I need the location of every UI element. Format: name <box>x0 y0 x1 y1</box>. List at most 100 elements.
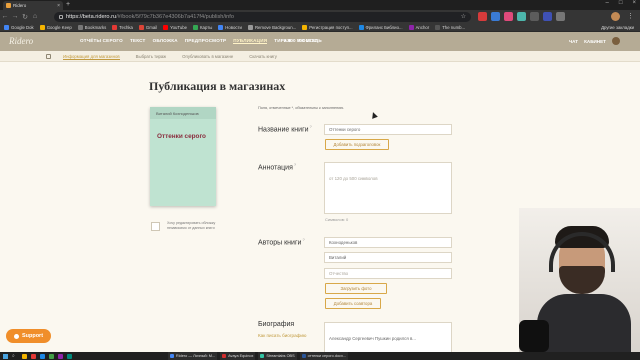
extension-pink-icon[interactable] <box>504 12 513 21</box>
back-icon[interactable]: ← <box>0 10 10 23</box>
biography-label: Биография <box>258 321 295 328</box>
bookmark-item[interactable]: Bookmarks <box>77 24 106 30</box>
add-coauthor-button[interactable]: Добавить соавтора <box>325 298 381 309</box>
bookmark-item[interactable]: Anchor <box>408 24 430 30</box>
bookmark-icon <box>302 24 308 30</box>
bookmark-item[interactable]: Google Keep <box>39 24 72 30</box>
close-window-icon[interactable]: × <box>632 0 636 6</box>
file-explorer-icon[interactable] <box>22 353 27 359</box>
author-surname-input[interactable]: Кохноденьков <box>324 237 452 248</box>
book-icon <box>46 54 51 59</box>
subnav-choose-print-run[interactable]: Выбрать тираж <box>136 54 167 60</box>
bookmark-icon <box>163 24 169 30</box>
subnav-store-info[interactable]: Информация для магазинов <box>63 54 120 60</box>
pinned-app-icon[interactable] <box>40 353 45 359</box>
help-icon[interactable]: ? <box>310 124 312 129</box>
close-tab-icon[interactable]: × <box>57 3 60 9</box>
add-subtitle-button[interactable]: Добавить подзаголовок <box>325 139 389 150</box>
subnav-publish-in-store[interactable]: Опубликовать в магазине <box>182 54 233 60</box>
how-to-write-biography-link[interactable]: Как писать биографию <box>258 333 306 338</box>
search-icon[interactable]: ⌕ <box>12 353 15 359</box>
chat-link[interactable]: ЧАТ <box>569 39 578 44</box>
bookmark-label: The numb... <box>442 24 466 30</box>
bookmark-item[interactable]: Gmail <box>138 24 157 30</box>
annotation-placeholder: от 120 до 500 символов <box>329 176 378 181</box>
author-name-input[interactable]: Виталий <box>324 252 452 263</box>
nav-item-preview[interactable]: ПРЕДПРОСМОТР <box>185 38 227 44</box>
annotation-textarea[interactable]: от 120 до 500 символов <box>324 162 452 214</box>
bookmark-label: Новости <box>225 24 242 30</box>
book-title-label: Название книги? <box>258 124 312 133</box>
forward-icon[interactable]: → <box>10 10 20 23</box>
pinned-app-icon[interactable] <box>31 353 36 359</box>
avaya-icon <box>222 354 227 358</box>
extension-icons <box>478 12 565 21</box>
site-logo[interactable]: Ridero <box>9 36 33 46</box>
window-controls: – □ × <box>606 0 636 6</box>
extension-blue-icon[interactable] <box>491 12 500 21</box>
extension-teal-icon[interactable] <box>517 12 526 21</box>
author-patronymic-input[interactable]: Отчество <box>324 268 452 279</box>
bookmark-item[interactable]: Remove Backgroun... <box>247 24 296 30</box>
bookmark-item[interactable]: Новости <box>218 24 242 30</box>
bookmark-item[interactable]: Techka <box>112 24 133 30</box>
taskbar-app-word[interactable]: оттенки серого.docx... <box>299 352 349 360</box>
profile-avatar[interactable] <box>611 12 620 21</box>
cover-title: Оттенки серого <box>157 133 206 140</box>
lock-icon <box>59 14 63 19</box>
extension-gray-icon[interactable] <box>530 12 539 21</box>
user-avatar[interactable] <box>612 37 620 45</box>
support-phone: 8 800 500 13 87 <box>284 38 318 43</box>
reload-icon[interactable]: ↻ <box>20 10 30 23</box>
chrome-icon <box>170 354 174 358</box>
subnav-download-book[interactable]: Скачать книгу <box>249 54 277 60</box>
bookmark-icon <box>218 24 224 30</box>
bookmark-item[interactable]: Регистрация поступ... <box>302 24 353 30</box>
webcam-overlay <box>519 208 640 352</box>
taskbar-app-label: Streamlabs OBS <box>266 354 295 358</box>
site-header: Ridero ОТЧЁТЫ СЕРОГО ТЕКСТ ОБЛОЖКА ПРЕДП… <box>0 32 640 51</box>
nav-item-text[interactable]: ТЕКСТ <box>130 38 146 44</box>
extensions-puzzle-icon[interactable] <box>556 12 565 21</box>
extension-indigo-icon[interactable] <box>543 12 552 21</box>
biography-textarea[interactable]: Александр Сергеевич Пушкин родился в... <box>324 322 452 352</box>
upload-photo-button[interactable]: Загрузить фото <box>325 283 387 294</box>
authors-label: Авторы книги? <box>258 237 305 246</box>
windows-start-icon[interactable] <box>3 353 8 359</box>
other-bookmarks[interactable]: Другие закладки <box>601 25 634 30</box>
address-bar[interactable]: https://beta.ridero.ru/#/book/5f79c7b367… <box>54 11 471 22</box>
mouse-cursor-icon <box>370 111 378 119</box>
maximize-icon[interactable]: □ <box>619 0 623 6</box>
pinned-app-icon[interactable] <box>67 353 72 359</box>
pinned-app-icon[interactable] <box>58 353 63 359</box>
nav-item-publication[interactable]: ПУБЛИКАЦИЯ <box>233 38 268 44</box>
minimize-icon[interactable]: – <box>606 0 609 6</box>
support-button[interactable]: Support <box>6 329 51 343</box>
bookmark-item[interactable]: The numb... <box>435 24 466 30</box>
browser-tab[interactable]: Ridero × <box>3 1 63 10</box>
help-icon[interactable]: ? <box>294 162 296 167</box>
bookmark-item[interactable]: Google Dok <box>4 24 34 30</box>
taskbar-app-chrome[interactable]: Ridero — Личный: М... <box>168 352 218 360</box>
bookmark-star-icon[interactable]: ☆ <box>461 13 466 20</box>
home-icon[interactable]: ⌂ <box>30 10 40 23</box>
edit-cover-checkbox[interactable] <box>151 222 160 231</box>
nav-item-reports[interactable]: ОТЧЁТЫ СЕРОГО <box>80 38 123 44</box>
book-title-input[interactable]: Оттенки серого <box>324 124 452 135</box>
pinned-app-icon[interactable] <box>49 353 54 359</box>
taskbar-app-obs[interactable]: Streamlabs OBS <box>258 352 297 360</box>
bookmark-icon <box>77 24 83 30</box>
bookmark-item[interactable]: YouTube <box>163 24 187 30</box>
help-icon[interactable]: ? <box>302 237 304 242</box>
taskbar-app-avaya[interactable]: Avaya Equinox <box>220 352 256 360</box>
extension-red-icon[interactable] <box>478 12 487 21</box>
new-tab-icon[interactable]: + <box>66 1 70 8</box>
bookmark-item[interactable]: Карты <box>193 24 212 30</box>
cabinet-link[interactable]: КАБИНЕТ <box>584 39 606 44</box>
browser-menu-icon[interactable]: ⋮ <box>627 12 634 20</box>
book-cover-preview: Виталий Кохноденьков Оттенки серого <box>150 107 216 206</box>
bookmark-item[interactable]: Фриланс Библио... <box>358 24 403 30</box>
nav-item-cover[interactable]: ОБЛОЖКА <box>153 38 178 44</box>
support-icon <box>13 333 19 339</box>
bookmark-label: Anchor <box>415 24 430 30</box>
